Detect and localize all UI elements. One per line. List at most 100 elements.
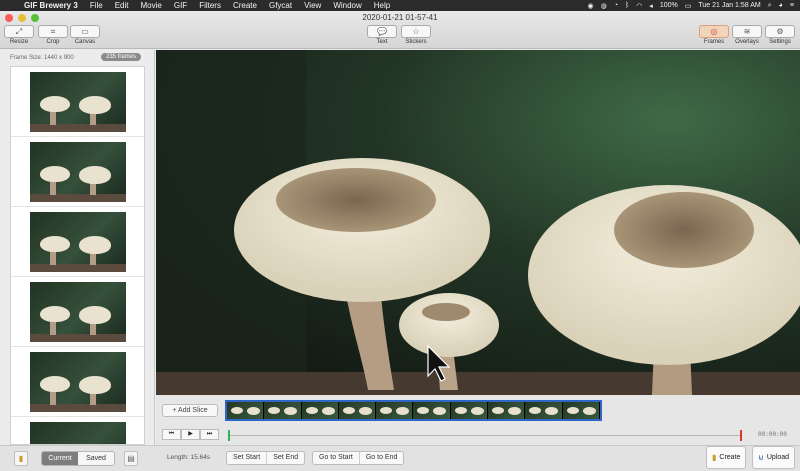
play-icon[interactable]: ▶	[181, 429, 200, 440]
text-button[interactable]: 💬 Text	[367, 25, 397, 45]
frame-count-badge: 235 frames	[101, 53, 142, 61]
menu-create[interactable]: Create	[227, 0, 263, 11]
frame-size-label: Frame Size: 1440 x 900	[10, 55, 74, 61]
star-icon: ☆	[401, 25, 431, 38]
gear-icon: ⚙	[765, 25, 795, 38]
goto-group: Go to Start Go to End	[312, 451, 405, 465]
stickers-button[interactable]: ☆ Stickers	[401, 25, 431, 45]
add-slice-button[interactable]: + Add Slice	[162, 404, 218, 417]
strip-frame	[450, 402, 489, 419]
frame-thumbnail	[29, 281, 126, 342]
frame-thumbnail	[29, 71, 126, 132]
frame-item[interactable]	[11, 417, 144, 444]
create-button[interactable]: ▮ Create	[706, 446, 747, 469]
menu-file[interactable]: File	[84, 0, 109, 11]
timecode-readout: 00:00:00	[758, 431, 787, 438]
gif-length: Length: 15.64s	[167, 454, 211, 461]
menu-filters[interactable]: Filters	[193, 0, 227, 11]
settings-label: Settings	[769, 39, 791, 45]
frame-thumbnail	[29, 351, 126, 412]
frame-item[interactable]	[11, 207, 144, 277]
crop-label: Crop	[46, 39, 60, 45]
gif-preview[interactable]	[156, 50, 800, 395]
resize-button[interactable]: ⤢ Resize	[4, 25, 34, 45]
create-icon: ▮	[712, 453, 717, 462]
strip-frame	[338, 402, 377, 419]
upload-button[interactable]: ⊍ Upload	[752, 446, 796, 469]
menu-gfycat[interactable]: Gfycat	[263, 0, 298, 11]
scrubber-track[interactable]	[228, 430, 742, 441]
settings-button[interactable]: ⚙ Settings	[765, 25, 795, 45]
speech-bubble-icon: 💬	[367, 25, 397, 38]
menu-gif[interactable]: GIF	[168, 0, 193, 11]
frame-strip[interactable]	[225, 400, 602, 421]
skip-back-icon[interactable]: ⏮	[162, 429, 181, 440]
frame-item[interactable]	[11, 137, 144, 207]
frame-item[interactable]	[11, 347, 144, 417]
overlays-label: Overlays	[735, 39, 759, 45]
start-marker-handle[interactable]	[228, 430, 230, 441]
globe-icon[interactable]: ◍	[601, 2, 607, 10]
sidebar-toggle-icon[interactable]: ▤	[124, 451, 138, 466]
skip-forward-icon[interactable]: ⏭	[200, 429, 219, 440]
window-title: 2020-01-21 01-57-41	[362, 13, 438, 22]
menu-view[interactable]: View	[298, 0, 327, 11]
set-end-button[interactable]: Set End	[267, 452, 305, 464]
tab-saved[interactable]: Saved	[78, 452, 114, 465]
go-to-start-button[interactable]: Go to Start	[313, 452, 360, 464]
frames-button[interactable]: ◎ Frames	[699, 25, 729, 45]
canvas-button[interactable]: ▭ Canvas	[70, 25, 100, 45]
frame-list[interactable]	[10, 66, 145, 445]
frame-item[interactable]	[11, 277, 144, 347]
battery-percent[interactable]: 100%	[660, 2, 678, 9]
start-end-group: Set Start Set End	[226, 451, 306, 465]
end-marker-handle[interactable]	[740, 430, 742, 441]
frame-item[interactable]	[11, 67, 144, 137]
window-toolbar: 2020-01-21 01-57-41 ⤢ Resize ⌗ Crop ▭ Ca…	[0, 11, 800, 49]
strip-frame	[301, 402, 339, 419]
clock-icon[interactable]: ◔	[614, 2, 618, 9]
record-icon[interactable]: ◉	[588, 2, 594, 10]
clock-datetime[interactable]: Tue 21 Jan 1:58 AM	[698, 2, 760, 9]
timeline-panel: + Add Slice ⏮ ▶ ⏭ 00:00:00	[156, 395, 800, 445]
resize-label: Resize	[9, 39, 29, 45]
canvas-label: Canvas	[74, 39, 96, 45]
go-to-end-button[interactable]: Go to End	[359, 452, 404, 464]
wifi-icon[interactable]: ◠	[636, 2, 642, 10]
frames-label: Frames	[703, 39, 725, 45]
menu-movie[interactable]: Movie	[135, 0, 168, 11]
menu-app-name[interactable]: GIF Brewery 3	[18, 0, 84, 11]
tab-current[interactable]: Current	[42, 452, 78, 465]
strip-frame	[562, 402, 600, 419]
volume-icon[interactable]: ◂	[649, 2, 653, 10]
strip-frame	[264, 402, 302, 419]
strip-frame	[413, 402, 451, 419]
user-icon[interactable]: ◕	[779, 2, 783, 9]
set-start-button[interactable]: Set Start	[227, 452, 268, 464]
upload-label: Upload	[766, 454, 790, 461]
menu-window[interactable]: Window	[327, 0, 367, 11]
menu-list-icon[interactable]: ≡	[790, 2, 794, 9]
battery-icon[interactable]: ▭	[685, 2, 692, 10]
crop-icon: ⌗	[38, 25, 68, 38]
menu-edit[interactable]: Edit	[109, 0, 135, 11]
text-label: Text	[376, 39, 388, 45]
bluetooth-icon[interactable]: ᛒ	[625, 2, 629, 9]
frame-thumbnail	[29, 421, 126, 444]
status-area: ◉ ◍ ◔ ᛒ ◠ ◂ 100% ▭ Tue 21 Jan 1:58 AM ⌕ …	[588, 0, 794, 11]
gfycat-icon: ⊍	[758, 453, 764, 462]
frames-sidebar: Frame Size: 1440 x 900 235 frames	[0, 50, 155, 445]
create-label: Create	[719, 454, 741, 461]
menu-bar: GIF Brewery 3 File Edit Movie GIF Filter…	[0, 0, 800, 11]
preview-image	[156, 50, 800, 395]
strip-frame	[525, 402, 563, 419]
frame-thumbnail	[29, 141, 126, 202]
menu-help[interactable]: Help	[368, 0, 396, 11]
strip-frame	[227, 402, 265, 419]
search-icon[interactable]: ⌕	[768, 2, 772, 10]
folder-icon[interactable]: ▮	[14, 451, 28, 466]
crop-button[interactable]: ⌗ Crop	[38, 25, 68, 45]
overlays-button[interactable]: ≋ Overlays	[732, 25, 762, 45]
frame-thumbnail	[29, 211, 126, 272]
resize-icon: ⤢	[4, 25, 34, 38]
